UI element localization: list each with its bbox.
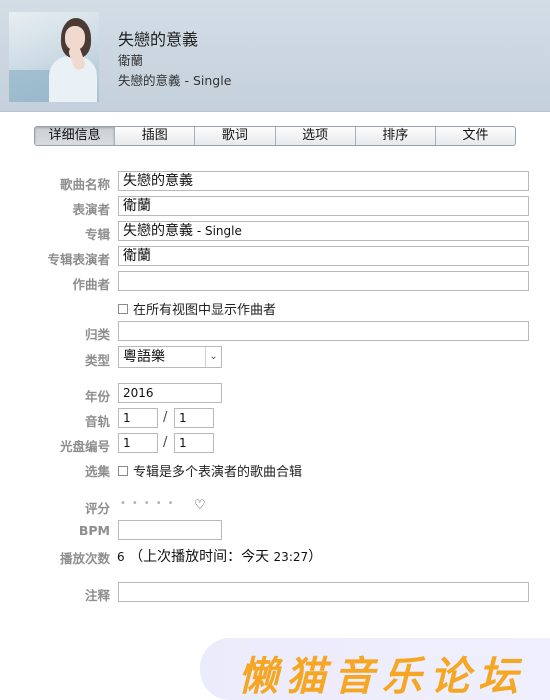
album-value: 失戀的意義 [123, 223, 193, 239]
last-played-time: 23:27 [273, 550, 309, 564]
play-count-value: 6 [117, 550, 125, 564]
year-field[interactable]: 2016 [118, 383, 222, 403]
bpm-field[interactable] [118, 520, 222, 540]
track-number-field[interactable]: 1 [118, 408, 158, 428]
last-played-prefix: （上次播放时间：今天 [129, 549, 274, 565]
track-header: 失戀的意義 衛蘭 失戀的意義 - Single [0, 0, 550, 112]
song-name-field[interactable]: 失戀的意義 [118, 171, 529, 191]
last-played-suffix: ） [308, 549, 323, 565]
track-separator: / [163, 410, 168, 425]
track-total-field[interactable]: 1 [174, 408, 214, 428]
show-composer-option[interactable]: 在所有视图中显示作曲者 [118, 299, 276, 318]
album-artist-label: 专辑表演者 [47, 252, 110, 267]
header-artist: 衛蘭 [118, 53, 144, 68]
compilation-option[interactable]: 专辑是多个表演者的歌曲合辑 [118, 461, 302, 480]
track-label: 音轨 [84, 414, 110, 429]
artist-field[interactable]: 衛蘭 [118, 196, 529, 216]
bpm-label: BPM [78, 523, 110, 538]
show-composer-checkbox[interactable] [118, 303, 128, 314]
album-artist-field[interactable]: 衛蘭 [118, 246, 529, 266]
grouping-label: 归类 [84, 327, 110, 342]
album-artwork [9, 12, 99, 102]
genre-label: 类型 [84, 353, 110, 368]
song-name-label: 歌曲名称 [59, 177, 110, 192]
grouping-field[interactable] [118, 321, 529, 341]
show-composer-text: 在所有视图中显示作曲者 [133, 303, 277, 318]
info-tabs: 详细信息 插图 歌词 选项 排序 文件 [34, 126, 516, 146]
compilation-text: 专辑是多个表演者的歌曲合辑 [133, 465, 303, 480]
disc-number-field[interactable]: 1 [118, 433, 158, 453]
rating-label: 评分 [84, 501, 110, 516]
disc-total-field[interactable]: 1 [174, 433, 214, 453]
composer-label: 作曲者 [72, 277, 110, 292]
year-label: 年份 [84, 389, 110, 404]
header-song-title: 失戀的意義 [118, 30, 199, 49]
genre-select[interactable]: 粵語樂 ⌄ [118, 346, 222, 368]
disc-label: 光盘编号 [59, 439, 110, 454]
play-count-info: 6 （上次播放时间：今天 23:27） [117, 546, 322, 566]
compilation-checkbox[interactable] [118, 465, 128, 476]
composer-field[interactable] [118, 271, 529, 291]
tab-sorting[interactable]: 排序 [356, 127, 436, 145]
heart-icon[interactable]: ♡ [194, 498, 206, 513]
album-label: 专辑 [84, 227, 110, 242]
header-album: 失戀的意義 - Single [118, 73, 232, 88]
watermark: 懒猫音乐论坛 [200, 638, 550, 700]
watermark-text: 懒猫音乐论坛 [238, 653, 526, 700]
play-count-label: 播放次数 [59, 551, 110, 566]
tab-file[interactable]: 文件 [436, 127, 515, 145]
rating-stars[interactable]: ••••• [120, 498, 180, 509]
album-field[interactable]: 失戀的意義 - Single [118, 221, 529, 241]
tab-artwork[interactable]: 插图 [115, 127, 196, 145]
genre-value: 粵語樂 [123, 349, 165, 365]
album-suffix: - Single [193, 224, 242, 238]
tab-options[interactable]: 选项 [276, 127, 356, 145]
comments-field[interactable] [118, 582, 529, 602]
artist-label: 表演者 [72, 202, 110, 217]
chevron-down-icon[interactable]: ⌄ [205, 347, 221, 367]
tab-details[interactable]: 详细信息 [35, 127, 116, 145]
disc-separator: / [163, 435, 168, 450]
compilation-label: 选集 [84, 464, 110, 479]
comments-label: 注释 [84, 588, 110, 603]
tab-lyrics[interactable]: 歌词 [195, 127, 276, 145]
